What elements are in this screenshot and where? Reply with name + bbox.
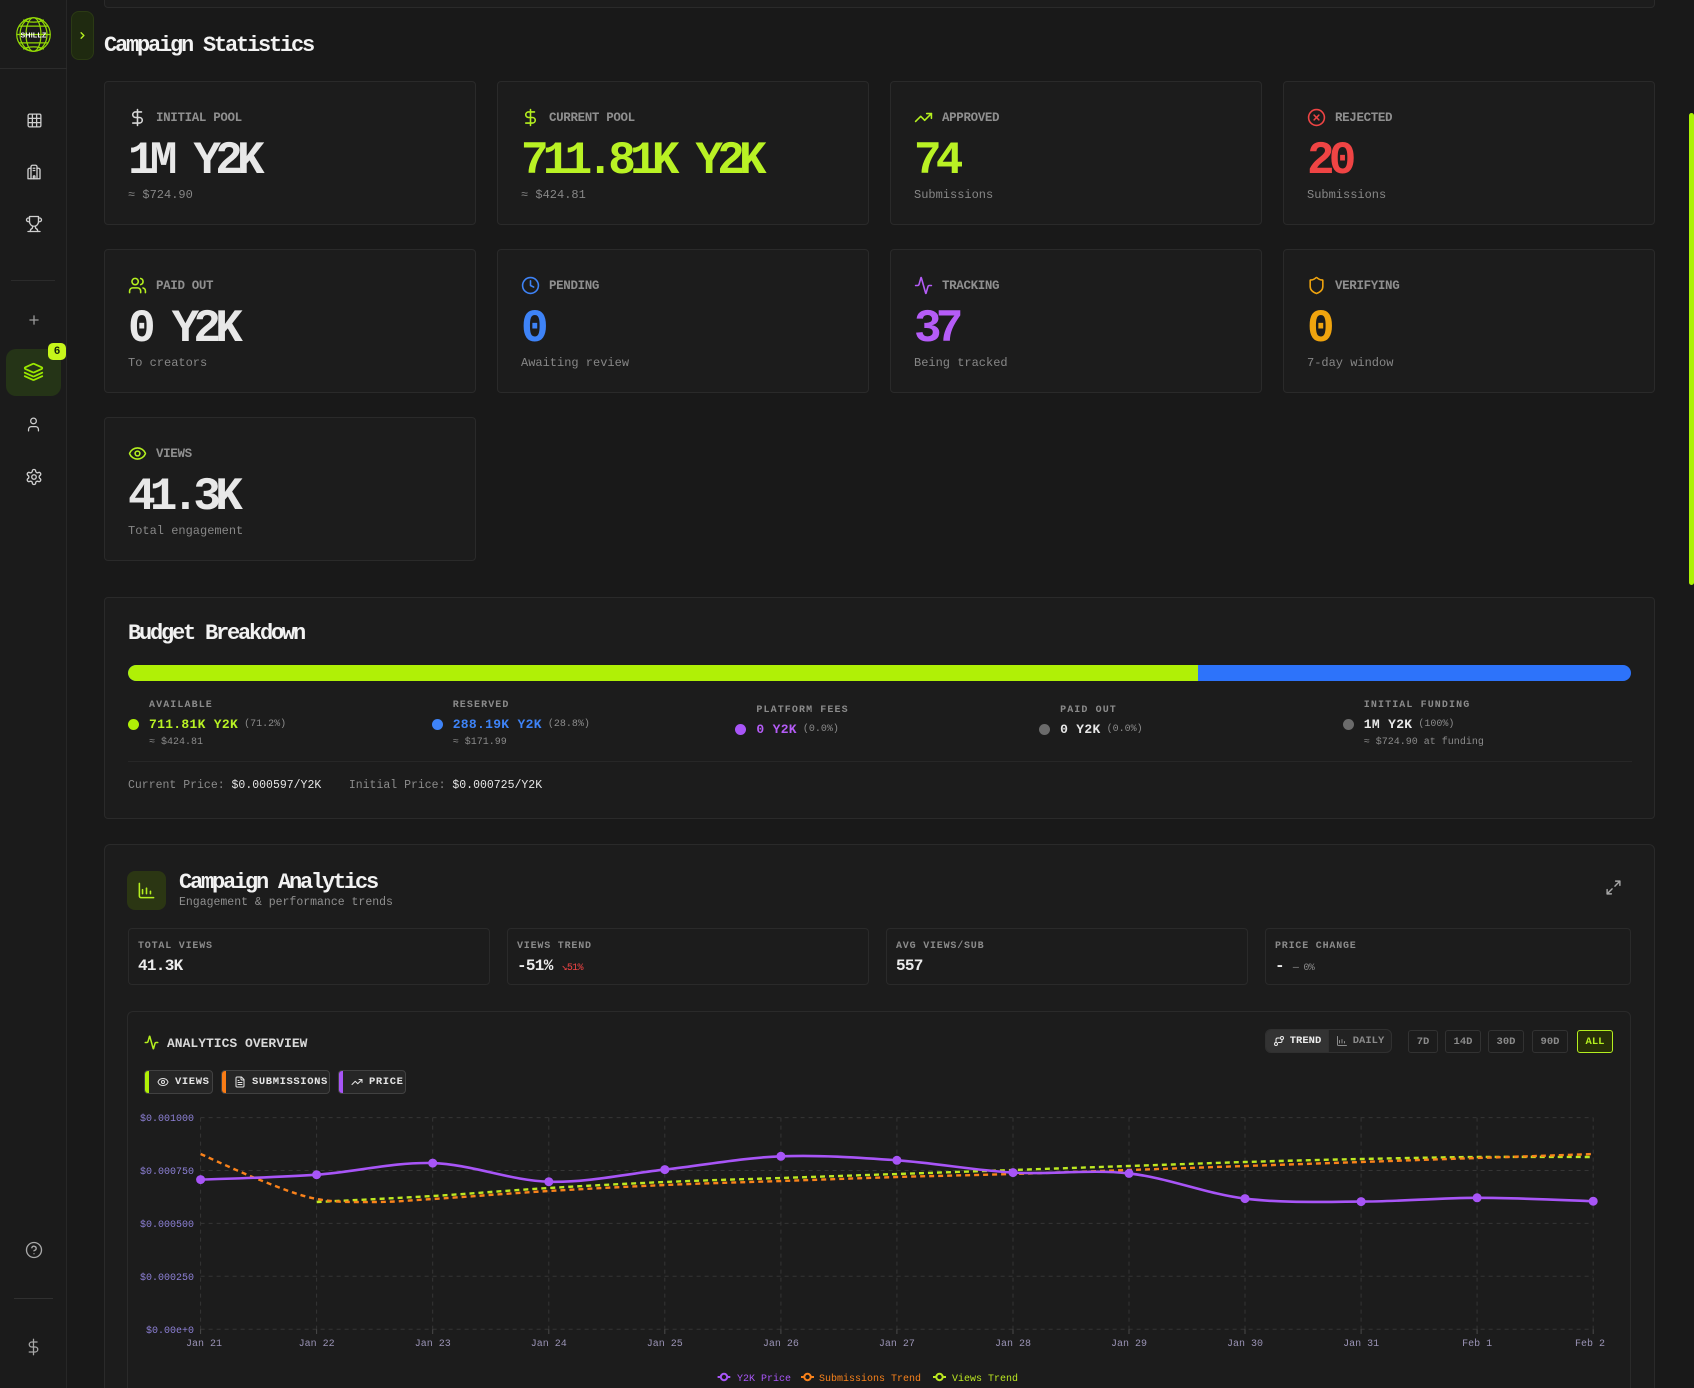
svg-text:$0.001000: $0.001000 — [140, 1113, 194, 1125]
svg-text:Feb 1: Feb 1 — [1462, 1338, 1492, 1350]
svg-text:Jan 22: Jan 22 — [299, 1339, 335, 1350]
svg-text:Jan 28: Jan 28 — [995, 1339, 1031, 1350]
svg-text:$0.000750: $0.000750 — [140, 1166, 194, 1178]
svg-text:Jan 25: Jan 25 — [647, 1339, 683, 1350]
svg-text:Jan 31: Jan 31 — [1343, 1339, 1379, 1350]
svg-text:Jan 24: Jan 24 — [531, 1339, 567, 1350]
svg-text:Views Trend: Views Trend — [952, 1373, 1018, 1385]
svg-text:Feb 2: Feb 2 — [1575, 1338, 1605, 1350]
svg-text:$0.000250: $0.000250 — [140, 1272, 194, 1284]
svg-text:$0.00e+0: $0.00e+0 — [146, 1325, 194, 1337]
svg-text:Jan 21: Jan 21 — [186, 1339, 222, 1350]
svg-text:Submissions Trend: Submissions Trend — [819, 1373, 921, 1385]
svg-text:Jan 27: Jan 27 — [879, 1339, 915, 1350]
svg-text:Jan 26: Jan 26 — [763, 1339, 799, 1350]
svg-text:Jan 30: Jan 30 — [1227, 1339, 1263, 1350]
svg-text:Jan 23: Jan 23 — [415, 1339, 451, 1350]
svg-text:Jan 29: Jan 29 — [1111, 1339, 1147, 1350]
svg-text:SHILLZ: SHILLZ — [20, 32, 47, 39]
svg-text:$0.000500: $0.000500 — [140, 1219, 194, 1231]
svg-text:Y2K Price: Y2K Price — [737, 1373, 791, 1385]
